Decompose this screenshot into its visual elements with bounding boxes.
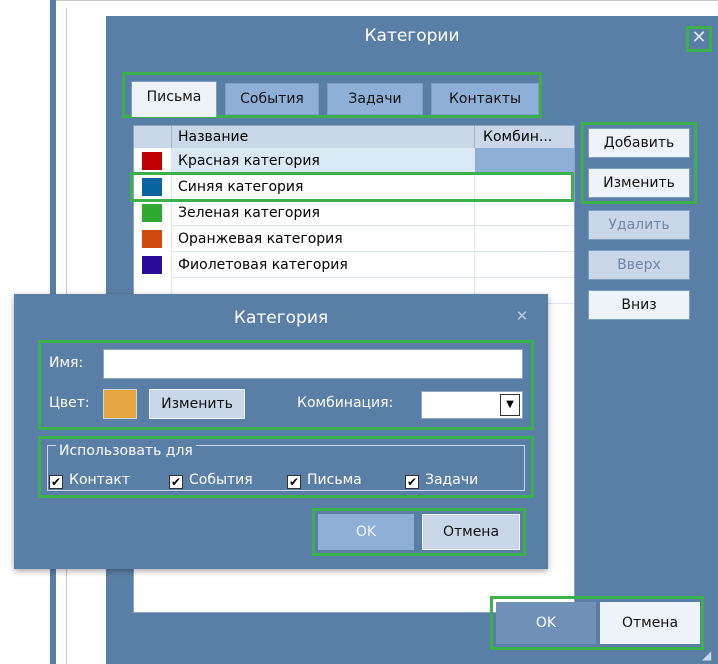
dialog-title: Категории: [364, 26, 460, 46]
checkbox-events[interactable]: ✔ События: [169, 470, 253, 490]
list-item[interactable]: Фиолетовая категория: [134, 252, 574, 278]
use-for-legend: Использовать для: [56, 443, 196, 459]
ok-button[interactable]: OK: [318, 514, 414, 550]
close-icon[interactable]: ✕: [514, 308, 530, 324]
tab-bar: Письма События Задачи Контакты: [122, 72, 542, 118]
tab-letters[interactable]: Письма: [131, 81, 217, 117]
list-item-name: Зеленая категория: [171, 200, 474, 226]
list-item-combination: [474, 148, 574, 174]
list-item[interactable]: Красная категория: [134, 148, 574, 174]
ok-button[interactable]: OK: [496, 602, 596, 644]
color-swatch: [142, 204, 162, 222]
edit-button[interactable]: Изменить: [588, 168, 690, 198]
checkbox-icon[interactable]: ✔: [405, 475, 419, 489]
color-label: Цвет:: [49, 395, 90, 411]
checkbox-tasks[interactable]: ✔ Задачи: [405, 470, 478, 490]
checkbox-label: Контакт: [69, 472, 131, 488]
list-item-combination: [474, 226, 574, 252]
add-button[interactable]: Добавить: [588, 128, 690, 158]
list-item-gutter: [134, 252, 171, 278]
cancel-button[interactable]: Отмена: [600, 602, 700, 644]
resize-grip-icon[interactable]: ◢: [702, 648, 716, 662]
list-item-gutter: [134, 200, 171, 226]
tab-contacts[interactable]: Контакты: [431, 83, 539, 115]
color-swatch: [142, 230, 162, 248]
color-swatch: [142, 152, 162, 170]
name-input[interactable]: [103, 349, 523, 379]
checkbox-label: События: [189, 472, 253, 488]
move-up-button[interactable]: Вверх: [588, 250, 690, 280]
list-item-gutter: [134, 226, 171, 252]
checkbox-label: Письма: [307, 472, 362, 488]
list-item-name: Оранжевая категория: [171, 226, 474, 252]
list-item-combination: [474, 252, 574, 278]
selected-row-highlight: [130, 172, 574, 202]
column-header-name[interactable]: Название: [171, 126, 474, 148]
checkbox-icon[interactable]: ✔: [169, 475, 183, 489]
delete-button[interactable]: Удалить: [588, 210, 690, 240]
close-icon[interactable]: ✕: [686, 26, 712, 52]
dialog-title: Категория: [233, 308, 329, 328]
use-for-highlight: Использовать для ✔ Контакт ✔ События ✔ Пись…: [38, 436, 534, 498]
fields-highlight: Имя: Цвет: Изменить Комбинация: ▼: [38, 340, 534, 430]
column-header-combination[interactable]: Комбин...: [474, 126, 574, 148]
cancel-button[interactable]: Отмена: [422, 514, 520, 550]
combination-label: Комбинация:: [297, 395, 394, 411]
tab-tasks[interactable]: Задачи: [327, 83, 423, 115]
change-color-button[interactable]: Изменить: [149, 389, 245, 419]
color-swatch: [142, 256, 162, 274]
list-header-color: [134, 126, 171, 148]
list-item-gutter: [134, 148, 171, 174]
color-swatch: [103, 389, 137, 419]
chevron-down-icon[interactable]: ▼: [500, 394, 520, 416]
checkbox-contact[interactable]: ✔ Контакт: [49, 470, 130, 490]
list-item[interactable]: Зеленая категория: [134, 200, 574, 226]
checkbox-label: Задачи: [425, 472, 479, 488]
category-edit-dialog: Категория ✕ Имя: Цвет: Изменить Комбинац…: [14, 294, 548, 569]
list-item-name: Красная категория: [171, 148, 474, 174]
list-item[interactable]: Оранжевая категория: [134, 226, 574, 252]
checkbox-icon[interactable]: ✔: [49, 475, 63, 489]
list-item-combination: [474, 200, 574, 226]
tab-events[interactable]: События: [225, 83, 319, 115]
combination-select[interactable]: ▼: [421, 391, 523, 419]
name-label: Имя:: [49, 355, 84, 371]
checkbox-icon[interactable]: ✔: [287, 475, 301, 489]
checkbox-letters[interactable]: ✔ Письма: [287, 470, 362, 490]
move-down-button[interactable]: Вниз: [588, 290, 690, 320]
list-item-name: Фиолетовая категория: [171, 252, 474, 278]
